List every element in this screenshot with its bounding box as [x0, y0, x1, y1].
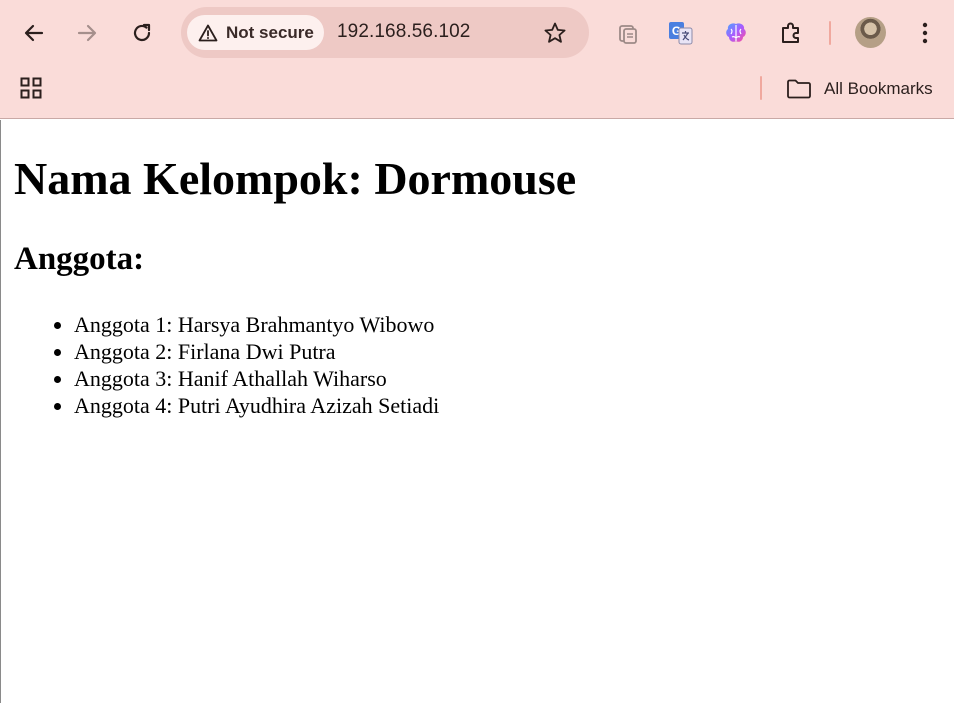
url-text[interactable]: 192.168.56.102 — [337, 21, 470, 43]
arrow-right-icon — [77, 24, 97, 42]
page-content: Nama Kelompok: Dormouse Anggota: Anggota… — [0, 120, 954, 703]
folder-icon — [787, 79, 811, 99]
translate-extension-button[interactable]: G — [663, 15, 699, 51]
apps-grid-icon — [20, 77, 42, 99]
clipboard-icon — [619, 25, 637, 44]
member-item: Anggota 4: Putri Ayudhira Azizah Setiadi — [74, 392, 439, 419]
more-vertical-icon — [922, 22, 928, 44]
reload-icon — [133, 23, 151, 42]
member-item: Anggota 1: Harsya Brahmantyo Wibowo — [74, 311, 439, 338]
toolbar-divider — [829, 21, 831, 45]
arrow-left-icon — [24, 24, 44, 42]
brain-extension-button[interactable] — [718, 15, 754, 51]
address-bar[interactable]: Not secure 192.168.56.102 — [181, 7, 589, 58]
star-icon — [544, 22, 566, 43]
page-title: Nama Kelompok: Dormouse — [14, 153, 577, 204]
security-label: Not secure — [226, 22, 314, 42]
bookmarks-divider — [760, 76, 762, 100]
extensions-button[interactable] — [773, 15, 809, 51]
forward-button[interactable] — [69, 15, 105, 51]
translate-icon: G — [669, 22, 693, 45]
all-bookmarks-label: All Bookmarks — [824, 79, 933, 98]
reload-button[interactable] — [124, 15, 160, 51]
warning-icon — [198, 24, 218, 41]
bookmark-star-button[interactable] — [537, 15, 573, 51]
profile-avatar[interactable] — [855, 17, 886, 48]
security-chip[interactable]: Not secure — [187, 15, 324, 50]
brain-icon — [726, 23, 746, 42]
clipboard-extension-button[interactable] — [610, 15, 646, 51]
members-heading: Anggota: — [14, 241, 145, 277]
members-list: Anggota 1: Harsya Brahmantyo Wibowo Angg… — [74, 311, 439, 419]
apps-button[interactable] — [13, 70, 49, 106]
member-item: Anggota 2: Firlana Dwi Putra — [74, 338, 439, 365]
all-bookmarks-button[interactable]: All Bookmarks — [786, 75, 933, 103]
puzzle-icon — [782, 22, 799, 43]
browser-toolbar: Not secure 192.168.56.102 G — [0, 0, 954, 66]
menu-button[interactable] — [907, 15, 943, 51]
back-button[interactable] — [16, 15, 52, 51]
member-item: Anggota 3: Hanif Athallah Wiharso — [74, 365, 439, 392]
